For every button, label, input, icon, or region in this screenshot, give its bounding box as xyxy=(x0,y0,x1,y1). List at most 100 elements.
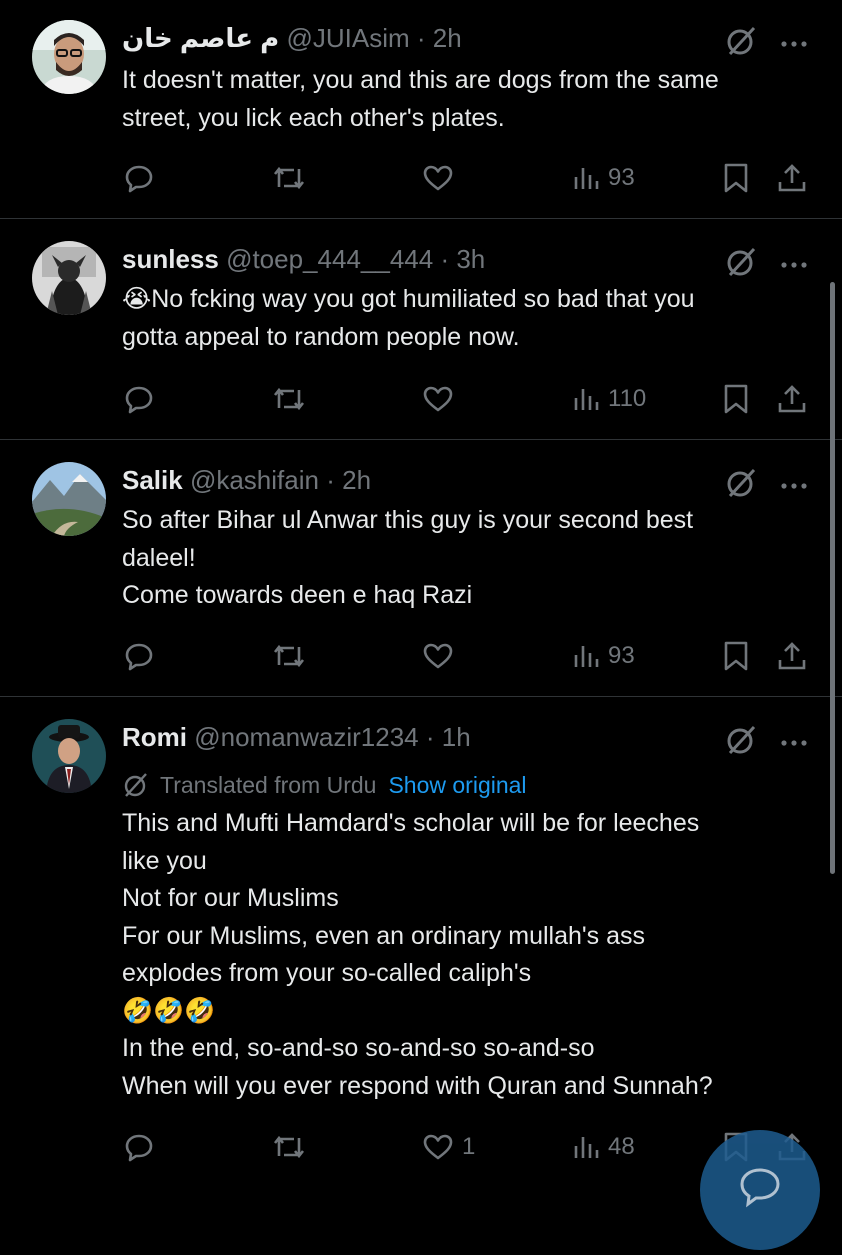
tweet-line: In the end, so-and-so so-and-so so-and-s… xyxy=(122,1034,595,1062)
bookmark-button[interactable] xyxy=(722,158,750,198)
tweet-line: So after Bihar ul Anwar this guy is your… xyxy=(122,506,694,534)
share-button[interactable] xyxy=(776,379,808,419)
timestamp[interactable]: 2h xyxy=(433,23,462,53)
separator-dot: · xyxy=(416,23,426,53)
reply-icon xyxy=(125,643,153,671)
views-icon xyxy=(574,646,599,667)
bookmark-icon xyxy=(724,641,748,671)
tweet-2[interactable]: sunless @toep_444__444 · 3h 😭No fcking w… xyxy=(0,219,842,440)
translation-bar: Translated from Urdu Show original xyxy=(122,769,527,801)
tweet-line: It doesn't matter, you and this are dogs… xyxy=(122,66,719,94)
heart-icon xyxy=(423,643,453,669)
views-icon xyxy=(574,168,599,189)
timestamp[interactable]: 1h xyxy=(442,722,471,752)
heart-icon xyxy=(423,386,453,412)
tweet-text: So after Bihar ul Anwar this guy is your… xyxy=(122,502,812,615)
views-button[interactable]: 48 xyxy=(572,1127,635,1167)
view-count: 48 xyxy=(608,1133,635,1160)
bookmark-icon xyxy=(724,163,748,193)
tweet-header: م عاصم خان @JUIAsim · 2h xyxy=(122,22,462,54)
share-button[interactable] xyxy=(776,158,808,198)
author-handle[interactable]: @nomanwazir1234 xyxy=(194,722,418,752)
grok-icon[interactable] xyxy=(724,24,758,58)
like-button[interactable] xyxy=(422,636,462,676)
like-button[interactable] xyxy=(422,379,462,419)
scrollbar[interactable] xyxy=(830,282,835,874)
views-icon xyxy=(574,389,599,410)
timestamp[interactable]: 2h xyxy=(342,465,371,495)
grok-icon[interactable] xyxy=(724,466,758,500)
author-handle[interactable]: @toep_444__444 xyxy=(226,244,433,274)
translated-label: Translated from Urdu xyxy=(160,772,377,798)
view-count: 110 xyxy=(608,385,647,412)
avatar[interactable] xyxy=(32,241,106,315)
more-icon[interactable] xyxy=(780,36,808,47)
bookmark-button[interactable] xyxy=(722,379,750,419)
separator-dot: · xyxy=(326,465,335,495)
views-button[interactable]: 93 xyxy=(572,158,635,198)
retweet-button[interactable] xyxy=(272,158,306,198)
avatar[interactable] xyxy=(32,719,106,793)
grok-icon[interactable] xyxy=(724,245,758,279)
author-name[interactable]: Romi xyxy=(122,722,187,752)
tweet-1[interactable]: م عاصم خان @JUIAsim · 2h It doesn't matt… xyxy=(0,0,842,219)
author-name[interactable]: sunless xyxy=(122,244,219,274)
view-count: 93 xyxy=(608,642,635,669)
reply-icon xyxy=(125,386,153,414)
tweet-line: 😭No fcking way you got humiliated so bad… xyxy=(122,285,695,313)
heart-icon xyxy=(423,1134,453,1160)
action-bar: 110 xyxy=(0,379,842,419)
tweet-line: street, you lick each other's plates. xyxy=(122,103,505,132)
tweet-line: daleel! xyxy=(122,543,196,572)
bookmark-button[interactable] xyxy=(722,636,750,676)
views-button[interactable]: 93 xyxy=(572,636,635,676)
grok-icon[interactable] xyxy=(724,723,758,757)
action-bar: 93 xyxy=(0,158,842,198)
reply-button[interactable] xyxy=(124,636,154,676)
reply-button[interactable] xyxy=(124,158,154,198)
avatar[interactable] xyxy=(32,462,106,536)
compose-icon xyxy=(740,1168,780,1208)
like-button[interactable] xyxy=(422,158,462,198)
show-original-link[interactable]: Show original xyxy=(388,769,526,801)
retweet-button[interactable] xyxy=(272,379,306,419)
more-icon[interactable] xyxy=(780,735,808,746)
tweet-4[interactable]: Romi @nomanwazir1234 · 1h Translated fro… xyxy=(0,697,842,1200)
heart-icon xyxy=(423,165,453,191)
bookmark-icon xyxy=(724,384,748,414)
tweet-text: It doesn't matter, you and this are dogs… xyxy=(122,62,812,137)
compose-button[interactable] xyxy=(700,1130,820,1250)
author-name[interactable]: Salik xyxy=(122,465,183,495)
tweet-header: Salik @kashifain · 2h xyxy=(122,464,371,496)
like-count: 1 xyxy=(462,1133,476,1160)
separator-dot: · xyxy=(440,244,450,274)
tweet-line: Come towards deen e haq Razi xyxy=(122,581,473,609)
author-handle[interactable]: @JUIAsim xyxy=(286,23,409,53)
tweet-line: explodes from your so-called caliph's xyxy=(122,959,532,987)
more-icon[interactable] xyxy=(780,257,808,268)
retweet-button[interactable] xyxy=(272,1127,306,1167)
author-handle[interactable]: @kashifain xyxy=(190,465,319,495)
translate-icon xyxy=(124,773,147,797)
timestamp[interactable]: 3h xyxy=(456,244,485,274)
share-icon xyxy=(778,385,806,413)
avatar[interactable] xyxy=(32,20,106,94)
views-icon xyxy=(574,1137,599,1158)
tweet-line: 🤣🤣🤣 xyxy=(122,996,216,1025)
reply-icon xyxy=(125,1134,153,1162)
share-button[interactable] xyxy=(776,636,808,676)
retweet-icon xyxy=(273,166,305,190)
tweet-header: sunless @toep_444__444 · 3h xyxy=(122,243,485,275)
retweet-icon xyxy=(273,387,305,411)
reply-button[interactable] xyxy=(124,1127,154,1167)
like-button[interactable]: 1 xyxy=(422,1127,475,1167)
tweet-text: 😭No fcking way you got humiliated so bad… xyxy=(122,281,812,356)
retweet-button[interactable] xyxy=(272,636,306,676)
views-button[interactable]: 110 xyxy=(572,379,646,419)
author-name[interactable]: م عاصم خان xyxy=(122,23,279,53)
retweet-icon xyxy=(273,644,305,668)
more-icon[interactable] xyxy=(780,478,808,489)
reply-button[interactable] xyxy=(124,379,154,419)
tweet-line: like you xyxy=(122,846,207,875)
tweet-3[interactable]: Salik @kashifain · 2h So after Bihar ul … xyxy=(0,440,842,697)
